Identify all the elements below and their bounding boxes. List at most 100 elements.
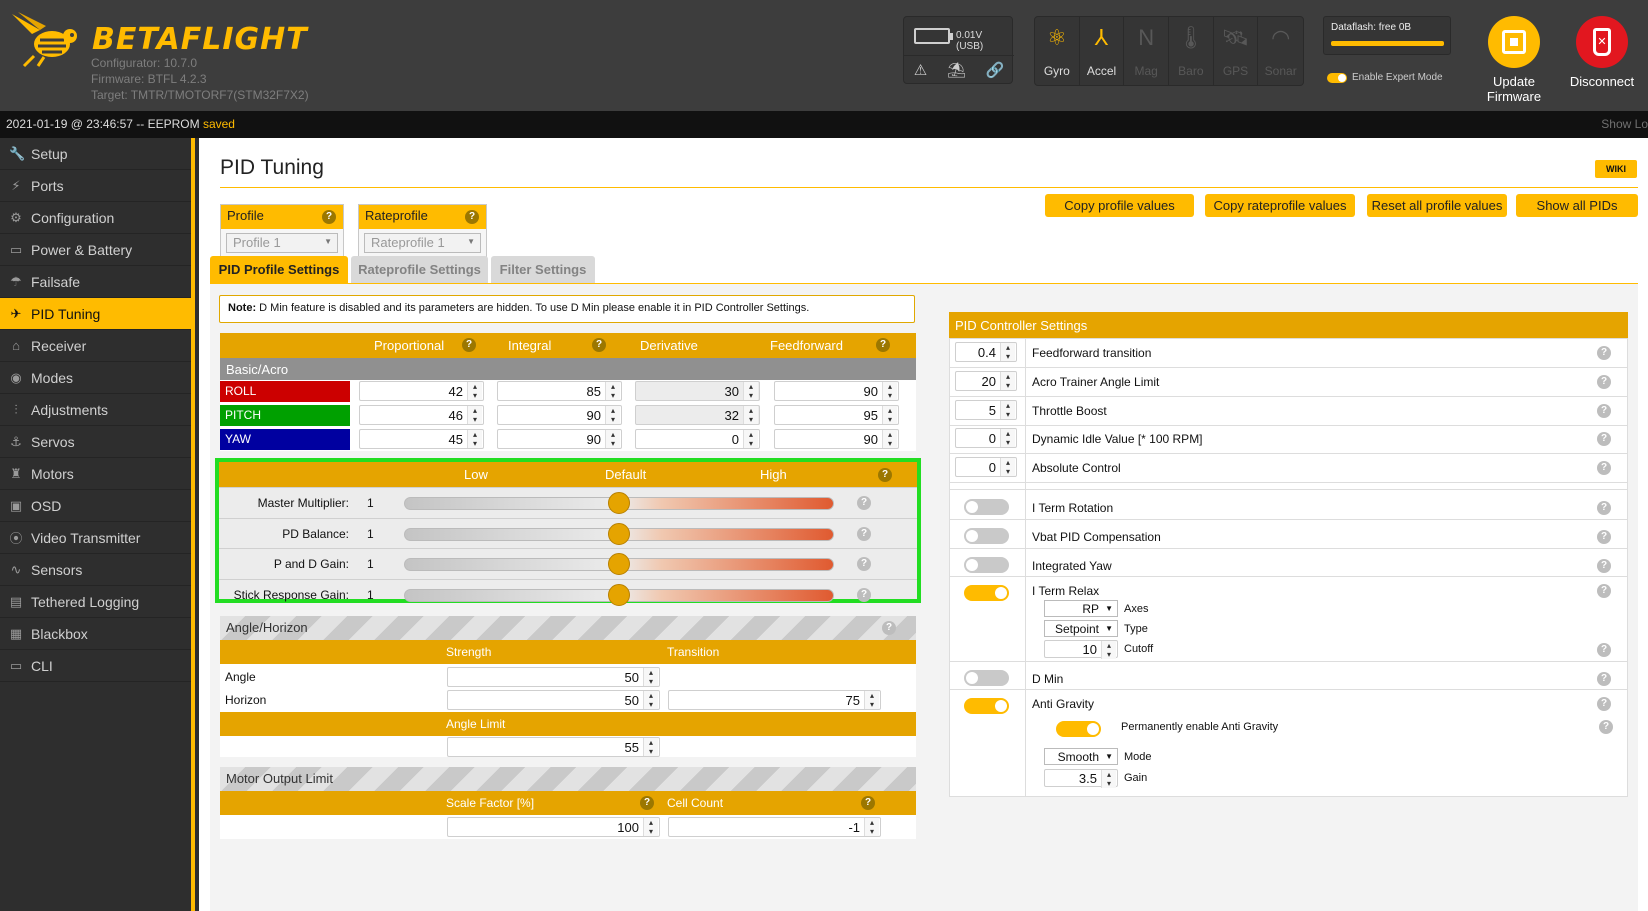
receiver-icon: ⌂ [12,338,20,353]
help-icon[interactable]: ? [1597,643,1611,657]
expert-mode-switch[interactable] [1327,72,1347,83]
cell-count-input[interactable]: -1 [668,817,881,837]
help-icon[interactable]: ? [640,796,654,810]
roll-p-input[interactable]: 42 [359,381,484,401]
profile-select[interactable]: Profile 1 [226,233,338,253]
help-icon[interactable]: ? [861,796,875,810]
configurator-version: Configurator: 10.7.0 [91,56,198,70]
help-icon[interactable]: ? [1597,559,1611,573]
scale-factor-input[interactable]: 100 [447,817,660,837]
nav-servos[interactable]: ⚓ Servos [0,426,191,458]
controller-setting-input[interactable]: 0 [955,457,1017,477]
nav-tethered-logging[interactable]: ▤ Tethered Logging [0,586,191,618]
help-icon[interactable]: ? [1597,501,1611,515]
pitch-label: PITCH [220,405,350,426]
nav-motors[interactable]: ♜ Motors [0,458,191,490]
slider-knob[interactable] [608,583,630,606]
roll-ff-input[interactable]: 90 [774,381,899,401]
slider-knob[interactable] [608,522,630,545]
yaw-ff-input[interactable]: 90 [774,429,899,449]
help-icon[interactable]: ? [857,526,871,541]
help-icon[interactable]: ? [857,587,871,602]
nav-ports[interactable]: ⚡ Ports [0,170,191,202]
nav-failsafe[interactable]: ☂ Failsafe [0,266,191,298]
show-all-pids-button[interactable]: Show all PIDs [1516,194,1638,217]
iterm-relax-axes-select[interactable]: RP [1044,600,1118,617]
help-icon[interactable]: ? [882,621,896,635]
help-icon[interactable]: ? [857,557,871,571]
pitch-d-input[interactable]: 32 [635,405,760,425]
integrated-yaw-switch[interactable] [964,557,1009,573]
expert-mode-toggle[interactable]: Enable Expert Mode [1327,72,1443,83]
yaw-p-input[interactable]: 45 [359,429,484,449]
update-firmware-button[interactable]: Update Firmware [1478,16,1550,104]
help-icon[interactable]: ? [1597,697,1611,711]
help-icon[interactable]: ? [1599,720,1613,734]
slider-knob[interactable] [608,553,630,575]
nav-pid-tuning[interactable]: ✈ PID Tuning [0,298,191,330]
tab-rateprofile-settings[interactable]: Rateprofile Settings [351,256,488,283]
reset-all-profile-values-button[interactable]: Reset all profile values [1367,194,1507,217]
nav-cli[interactable]: ▭ CLI [0,650,191,682]
battery-panel: 0.01V (USB) ⚠ ⛱ 🔗 [903,16,1014,84]
iterm-relax-switch[interactable] [964,585,1009,601]
iterm-relax-type-select[interactable]: Setpoint [1044,620,1118,637]
horizon-transition-input[interactable]: 75 [668,690,881,710]
help-icon[interactable]: ? [1597,404,1611,418]
copy-profile-values-button[interactable]: Copy profile values [1045,194,1194,217]
vbat-comp-switch[interactable] [964,528,1009,544]
controller-setting-input[interactable]: 5 [955,400,1017,420]
nav-configuration[interactable]: ⚙ Configuration [0,202,191,234]
copy-rateprofile-values-button[interactable]: Copy rateprofile values [1205,194,1355,217]
rateprofile-select[interactable]: Rateprofile 1 [364,233,481,253]
horizon-strength-input[interactable]: 50 [447,690,660,710]
disconnect-button[interactable]: Disconnect [1566,16,1638,89]
wiki-button[interactable]: WIKI [1595,160,1637,178]
nav-blackbox[interactable]: ▦ Blackbox [0,618,191,650]
nav-power-battery[interactable]: ▭ Power & Battery [0,234,191,266]
pitch-ff-input[interactable]: 95 [774,405,899,425]
controller-setting-input[interactable]: 0 [955,428,1017,448]
help-icon[interactable]: ? [1597,375,1611,389]
pitch-p-input[interactable]: 46 [359,405,484,425]
iterm-relax-cutoff-input[interactable]: 10 [1044,640,1118,659]
help-icon[interactable]: ? [322,210,336,224]
slider-knob[interactable] [608,492,630,514]
roll-i-input[interactable]: 85 [497,381,622,401]
anti-gravity-gain-input[interactable]: 3.5 [1044,769,1118,788]
help-icon[interactable]: ? [1597,530,1611,544]
tab-filter-settings[interactable]: Filter Settings [491,256,595,283]
permanent-anti-gravity-switch[interactable] [1056,721,1101,737]
show-log-link[interactable]: Show Lo [1601,117,1648,131]
nav-video-transmitter[interactable]: ⦿ Video Transmitter [0,522,191,554]
help-icon[interactable]: ? [1597,672,1611,686]
help-icon[interactable]: ? [1597,346,1611,360]
help-icon[interactable]: ? [1597,461,1611,475]
nav-osd[interactable]: ▣ OSD [0,490,191,522]
pid-table: Proportional? Integral? Derivative Feedf… [220,333,916,451]
iterm-rotation-switch[interactable] [964,499,1009,515]
help-icon[interactable]: ? [857,496,871,510]
tab-pid-profile-settings[interactable]: PID Profile Settings [210,256,348,283]
controller-setting-input[interactable]: 20 [955,371,1017,391]
help-icon[interactable]: ? [878,468,892,482]
nav-receiver[interactable]: ⌂ Receiver [0,330,191,362]
controller-setting-label: Acro Trainer Angle Limit [1032,375,1160,389]
roll-d-input[interactable]: 30 [635,381,760,401]
angle-limit-input[interactable]: 55 [447,737,660,757]
angle-strength-input[interactable]: 50 [447,667,660,687]
controller-setting-input[interactable]: 0.4 [955,342,1017,362]
help-icon[interactable]: ? [1597,584,1611,598]
nav-sensors[interactable]: ∿ Sensors [0,554,191,586]
yaw-i-input[interactable]: 90 [497,429,622,449]
nav-modes[interactable]: ◉ Modes [0,362,191,394]
nav-setup[interactable]: 🔧 Setup [0,138,191,170]
anti-gravity-switch[interactable] [964,698,1009,714]
dmin-switch[interactable] [964,670,1009,686]
anti-gravity-mode-select[interactable]: Smooth [1044,748,1118,765]
help-icon[interactable]: ? [465,210,479,224]
pitch-i-input[interactable]: 90 [497,405,622,425]
nav-adjustments[interactable]: ⫶ Adjustments [0,394,191,426]
yaw-d-input[interactable]: 0 [635,429,760,449]
help-icon[interactable]: ? [1597,432,1611,446]
